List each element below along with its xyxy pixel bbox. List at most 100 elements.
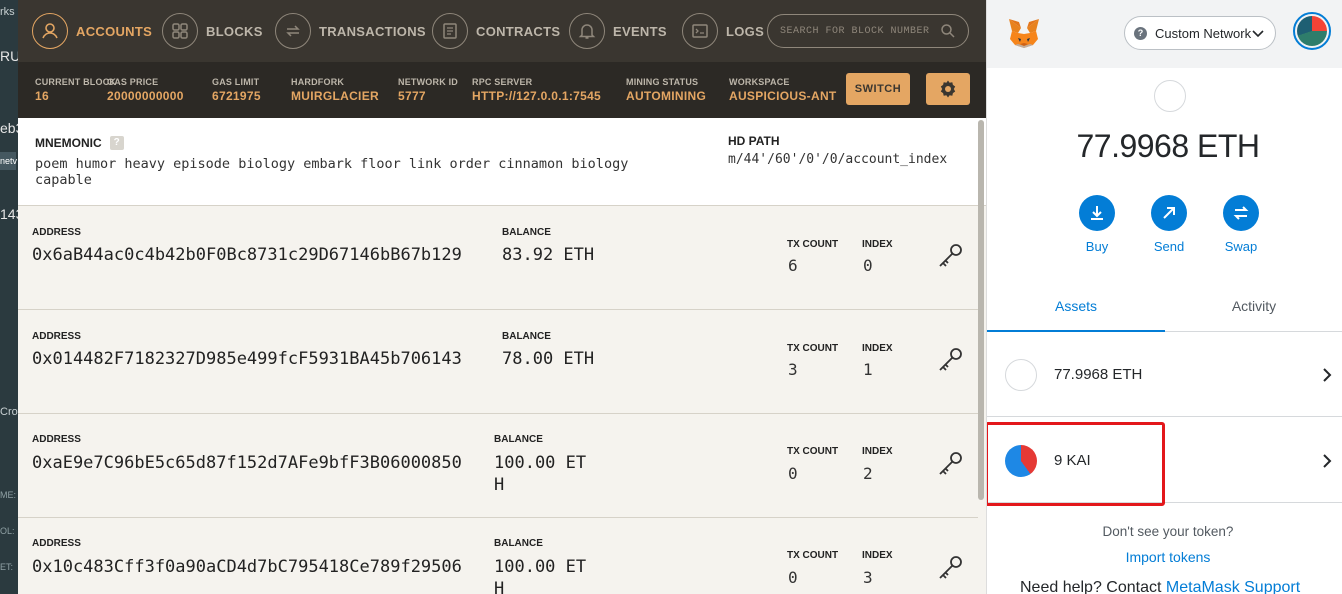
bg-text-fragment: RU: [0, 48, 18, 64]
nav-label: BLOCKS: [206, 23, 263, 39]
stat-mining-status: MINING STATUS AUTOMINING: [626, 77, 707, 103]
bg-text-fragment: netv: [0, 156, 18, 166]
stat-rpc-server: RPC SERVER HTTP://127.0.0.1:7545: [472, 77, 602, 103]
asset-name: 77.9968 ETH: [1054, 366, 1143, 383]
swap-icon: [1223, 195, 1259, 231]
key-icon[interactable]: [936, 554, 964, 582]
stat-workspace: WORKSPACE AUSPICIOUS-ANT: [729, 77, 837, 103]
bg-text-fragment: rks: [0, 6, 15, 18]
bg-text-fragment: OL:: [0, 526, 15, 536]
scrollbar[interactable]: [978, 120, 984, 500]
bg-text-fragment: eb3: [0, 120, 18, 136]
ganache-window: ACCOUNTS BLOCKS TRANSACTIONS CONTRACTS E…: [18, 0, 986, 594]
network-selector[interactable]: ? Custom Network: [1124, 16, 1276, 50]
hd-path-label: HD PATH: [728, 134, 780, 148]
nav-transactions[interactable]: TRANSACTIONS: [275, 13, 426, 49]
gear-icon: [940, 80, 956, 98]
account-address: 0x10c483Cff3f0a90aCD4d7bC795418Ce789f295…: [32, 557, 462, 577]
account-balance: 83.92 ETH: [502, 245, 595, 265]
account-row[interactable]: ADDRESS 0xaE9e7C96bE5c65d87f152d7AFe9bfF…: [18, 414, 978, 518]
key-icon[interactable]: [936, 450, 964, 478]
asset-row-eth[interactable]: 77.9968 ETH: [987, 333, 1342, 417]
metamask-support-link[interactable]: MetaMask Support: [1166, 579, 1300, 594]
search-icon[interactable]: [940, 23, 956, 39]
bg-text-fragment: ME:: [0, 490, 17, 500]
stat-gas-limit: GAS LIMIT 6721975: [212, 77, 261, 103]
account-address: 0x014482F7182327D985e499fcF5931BA45b7061…: [32, 349, 462, 369]
switch-button[interactable]: SWITCH: [846, 73, 910, 105]
search-input[interactable]: [780, 25, 930, 37]
tab-assets[interactable]: Assets: [987, 280, 1165, 332]
top-navigation: ACCOUNTS BLOCKS TRANSACTIONS CONTRACTS E…: [18, 0, 986, 62]
stat-hardfork: HARDFORK MUIRGLACIER: [291, 77, 379, 103]
stat-gas-price: GAS PRICE 20000000000: [107, 77, 184, 103]
send-button[interactable]: Send: [1139, 195, 1199, 254]
bg-text-fragment: 143: [0, 206, 18, 222]
status-bar: CURRENT BLOCK 16 GAS PRICE 20000000000 G…: [18, 62, 986, 118]
import-tokens-link[interactable]: Import tokens: [987, 549, 1342, 565]
search-box[interactable]: [767, 14, 969, 48]
buy-button[interactable]: Buy: [1067, 195, 1127, 254]
dont-see-token-text: Don't see your token?: [1102, 524, 1234, 539]
nav-accounts[interactable]: ACCOUNTS: [32, 13, 152, 49]
swap-button[interactable]: Swap: [1211, 195, 1271, 254]
download-icon: [1079, 195, 1115, 231]
account-balance: 100.00 ETH: [494, 453, 587, 495]
mnemonic-panel: MNEMONIC ? poem humor heavy episode biol…: [18, 118, 986, 206]
nav-label: ACCOUNTS: [76, 23, 153, 39]
help-icon[interactable]: ?: [109, 136, 124, 150]
transactions-icon: [275, 13, 311, 49]
key-icon[interactable]: [936, 242, 964, 270]
asset-tabs: Assets Activity: [987, 280, 1342, 332]
account-icon: [32, 13, 68, 49]
account-index: 3: [863, 568, 873, 587]
nav-logs[interactable]: LOGS: [682, 13, 764, 49]
account-address: 0x6aB44ac0c4b42b0F0Bc8731c29D67146bB67b1…: [32, 245, 462, 265]
account-tx-count: 0: [788, 568, 798, 587]
account-balance: 100.00 ETH: [494, 557, 587, 594]
stat-network-id: NETWORK ID 5777: [398, 77, 458, 103]
annotation-highlight-box: [987, 422, 1165, 506]
network-name: Custom Network: [1155, 25, 1252, 41]
account-index: 0: [863, 256, 873, 275]
nav-label: EVENTS: [613, 23, 667, 39]
question-icon: ?: [1134, 26, 1147, 40]
main-balance: 77.9968 ETH: [1076, 128, 1260, 164]
account-balance: 78.00 ETH: [502, 349, 595, 369]
account-index: 1: [863, 360, 873, 379]
account-row[interactable]: ADDRESS 0x014482F7182327D985e499fcF5931B…: [18, 310, 978, 414]
chevron-right-icon: [1323, 368, 1332, 382]
account-tx-count: 3: [788, 360, 798, 379]
nav-label: CONTRACTS: [476, 23, 561, 39]
account-tx-count: 0: [788, 464, 798, 483]
settings-button[interactable]: [926, 73, 970, 105]
eth-token-icon: [1005, 359, 1037, 391]
account-avatar[interactable]: [1293, 12, 1331, 50]
account-tx-count: 6: [788, 256, 798, 275]
blocks-icon: [162, 13, 198, 49]
nav-contracts[interactable]: CONTRACTS: [432, 13, 560, 49]
account-row[interactable]: ADDRESS 0x6aB44ac0c4b42b0F0Bc8731c29D671…: [18, 206, 978, 310]
tab-activity[interactable]: Activity: [1165, 280, 1342, 332]
account-index: 2: [863, 464, 873, 483]
metamask-fox-icon[interactable]: [1007, 18, 1041, 50]
account-address: 0xaE9e7C96bE5c65d87f152d7AFe9bfF3B060008…: [32, 453, 462, 473]
nav-label: TRANSACTIONS: [319, 23, 426, 39]
nav-blocks[interactable]: BLOCKS: [162, 13, 263, 49]
chevron-down-icon: [1252, 30, 1264, 38]
nav-events[interactable]: EVENTS: [569, 13, 667, 49]
arrow-up-right-icon: [1151, 195, 1187, 231]
logs-icon: [682, 13, 718, 49]
token-icon: [1154, 80, 1186, 112]
hd-path-value: m/44'/60'/0'/0/account_index: [728, 152, 948, 167]
nav-label: LOGS: [726, 23, 765, 39]
stat-current-block: CURRENT BLOCK 16: [35, 77, 117, 103]
mnemonic-label: MNEMONIC ?: [35, 136, 124, 150]
metamask-popup: ? Custom Network 77.9968 ETH Buy Send Sw…: [986, 0, 1342, 594]
bell-icon: [569, 13, 605, 49]
mnemonic-phrase: poem humor heavy episode biology embark …: [35, 156, 629, 188]
background-app-strip: rks RU eb3 netv 143 Crov ME: OL: ET:: [0, 0, 18, 594]
contracts-icon: [432, 13, 468, 49]
account-row[interactable]: ADDRESS 0x10c483Cff3f0a90aCD4d7bC795418C…: [18, 518, 978, 594]
key-icon[interactable]: [936, 346, 964, 374]
